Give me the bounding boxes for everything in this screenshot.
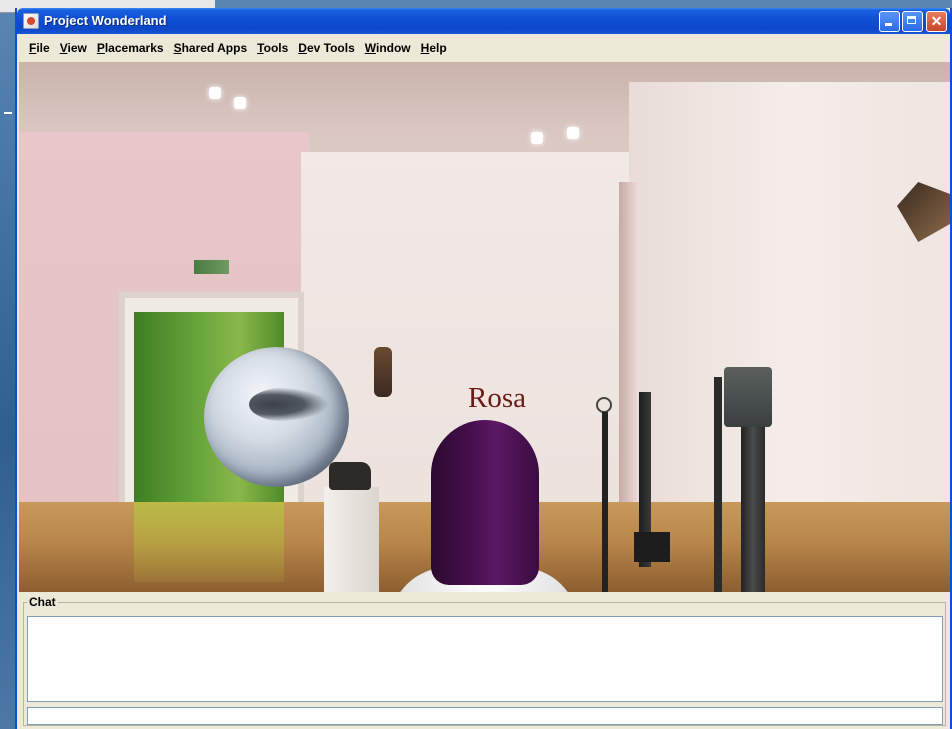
- wall-sculpture[interactable]: [374, 347, 392, 397]
- globe-texture: [249, 387, 329, 422]
- close-button[interactable]: ✕: [926, 11, 947, 32]
- menu-window-label: indow: [375, 41, 411, 55]
- menu-view-label: iew: [67, 41, 87, 55]
- main-window: Project Wonderland ✕ File View Placemark…: [15, 8, 952, 729]
- ceiling-light: [234, 97, 246, 109]
- menu-placemarks-mnemonic: P: [96, 41, 105, 55]
- sculpture-pole: [714, 377, 722, 592]
- menu-help[interactable]: Help: [417, 41, 453, 55]
- exit-sign: [194, 260, 229, 274]
- ceiling-light: [531, 132, 543, 144]
- desktop-mark: [4, 112, 12, 114]
- chat-log[interactable]: [27, 616, 943, 702]
- sculpture-head[interactable]: [724, 367, 772, 427]
- plinth-sculpture[interactable]: [329, 462, 371, 490]
- menu-tools[interactable]: Tools: [253, 41, 294, 55]
- wall-pillar: [619, 182, 637, 512]
- menu-dev-tools-label: ev Tools: [306, 41, 355, 55]
- menu-file[interactable]: File: [25, 41, 56, 55]
- window-title: Project Wonderland: [44, 13, 167, 28]
- menu-placemarks-label: lacemarks: [104, 41, 164, 55]
- menu-window[interactable]: Window: [361, 41, 417, 55]
- menu-shared-apps-label: hared Apps: [181, 41, 248, 55]
- maximize-button[interactable]: [902, 11, 923, 32]
- sculpture-stand[interactable]: [602, 412, 608, 592]
- menu-tools-label: ools: [263, 41, 289, 55]
- chat-panel: Chat: [19, 592, 950, 729]
- stand-ring: [596, 397, 612, 413]
- menu-placemarks[interactable]: Placemarks: [93, 41, 170, 55]
- avatar-head[interactable]: [431, 420, 539, 585]
- menu-file-label: ile: [36, 41, 50, 55]
- sculpture-base: [634, 532, 670, 562]
- menu-bar: File View Placemarks Shared Apps Tools D…: [17, 34, 950, 62]
- chat-label: Chat: [27, 595, 58, 609]
- close-icon: ✕: [930, 13, 943, 29]
- ceiling-light: [209, 87, 221, 99]
- floor-reflection: [134, 502, 284, 582]
- menu-help-label: elp: [429, 41, 447, 55]
- avatar-name-tag: Rosa: [468, 382, 526, 414]
- 3d-viewport[interactable]: Rosa: [19, 62, 950, 592]
- menu-dev-tools-mnemonic: D: [298, 41, 307, 55]
- menu-shared-apps[interactable]: Shared Apps: [170, 41, 254, 55]
- menu-shared-apps-mnemonic: S: [173, 41, 182, 55]
- ceiling-light: [567, 127, 579, 139]
- gallery-wall-right: [629, 82, 950, 542]
- java-app-icon: [23, 13, 39, 29]
- chat-input[interactable]: [27, 707, 943, 725]
- menu-dev-tools[interactable]: Dev Tools: [294, 41, 360, 55]
- minimize-button[interactable]: [879, 11, 900, 32]
- menu-window-mnemonic: W: [364, 41, 376, 55]
- title-bar[interactable]: Project Wonderland ✕: [17, 8, 950, 34]
- plinth[interactable]: [324, 487, 379, 592]
- menu-view[interactable]: View: [56, 41, 93, 55]
